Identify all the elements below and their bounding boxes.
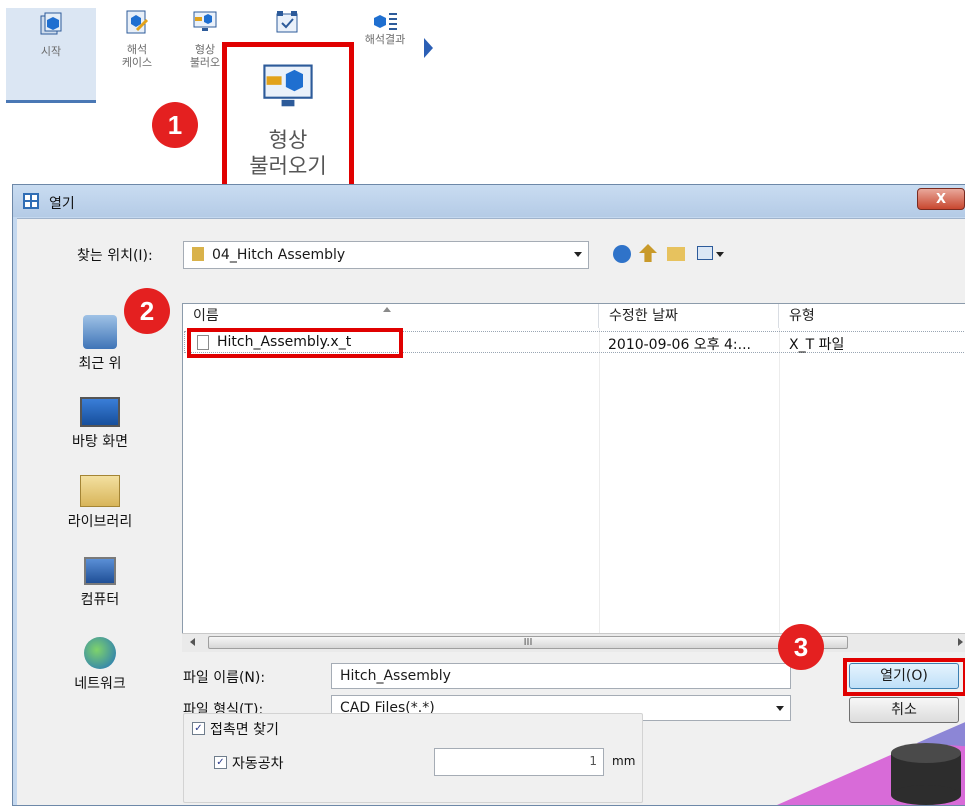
filename-input[interactable]: Hitch_Assembly: [331, 663, 791, 689]
step-badge-2: 2: [124, 288, 170, 334]
tolerance-input[interactable]: 1: [434, 748, 604, 776]
libraries-icon: [80, 475, 120, 507]
contact-checkbox[interactable]: ✓: [192, 722, 205, 735]
place-label: 라이브러리: [67, 514, 133, 530]
places-bar: 최근 위 바탕 화면 라이브러리 컴퓨터 네트워크: [25, 305, 175, 705]
ribbon-label: 시작: [40, 45, 62, 58]
results-icon: [374, 13, 397, 30]
column-divider: [599, 328, 600, 648]
place-label: 최근 위: [78, 356, 122, 372]
load-geometry-icon: [193, 11, 217, 31]
tolerance-unit: mm: [612, 754, 636, 768]
ribbon-label: 케이스: [121, 56, 153, 69]
ribbon-label: 해석: [126, 43, 148, 56]
ribbon-mesh[interactable]: [262, 8, 312, 43]
lookin-value: 04_Hitch Assembly: [212, 247, 346, 263]
highlight-box-file: [187, 328, 403, 358]
horizontal-scrollbar[interactable]: III: [182, 633, 965, 652]
auto-tolerance-checkbox[interactable]: ✓: [214, 756, 227, 769]
filename-label: 파일 이름(N):: [183, 670, 266, 686]
lookin-label: 찾는 위치(I):: [77, 248, 153, 264]
file-list: 이름 수정한 날짜 유형 Hitch_Assembly.x_t 2010-09-…: [182, 303, 965, 649]
lookin-combo[interactable]: 04_Hitch Assembly: [183, 241, 589, 269]
model-preview-image: [777, 722, 965, 805]
computer-icon: [84, 557, 116, 585]
scroll-left-icon[interactable]: [190, 638, 195, 646]
recent-icon: [83, 315, 117, 349]
back-icon[interactable]: [613, 245, 631, 263]
column-label: 이름: [193, 308, 219, 324]
ribbon-label: 해석결과: [364, 33, 406, 46]
place-desktop[interactable]: 바탕 화면: [25, 397, 175, 451]
dialog-titlebar: 열기 X: [13, 185, 965, 217]
place-libraries[interactable]: 라이브러리: [25, 475, 175, 531]
row-date: 2010-09-06 오후 4:...: [608, 337, 751, 353]
load-geometry-icon: [263, 64, 313, 107]
analysis-case-icon: [126, 10, 149, 34]
chevron-down-icon: [574, 252, 582, 257]
column-label: 수정한 날짜: [609, 308, 678, 324]
window-icon: [23, 193, 39, 209]
new-folder-icon[interactable]: [667, 247, 685, 261]
step-badge-3: 3: [778, 624, 824, 670]
load-geometry-callout[interactable]: 형상 불러오기: [222, 42, 354, 192]
sort-up-icon: [383, 307, 391, 312]
dialog-title: 열기: [49, 196, 75, 212]
column-divider: [779, 328, 780, 648]
scroll-right-icon[interactable]: [958, 638, 963, 646]
close-button[interactable]: X: [917, 188, 965, 210]
chevron-down-icon[interactable]: [716, 252, 724, 257]
highlight-box-open: [843, 658, 965, 696]
column-header-type[interactable]: 유형: [779, 304, 959, 328]
ribbon-start[interactable]: 시작: [6, 8, 96, 103]
folder-icon: [192, 247, 204, 261]
callout-line-1: 형상: [268, 128, 308, 152]
filename-value: Hitch_Assembly: [340, 668, 451, 684]
contact-label: 접촉면 찾기: [210, 722, 279, 738]
ribbon-analysis-case[interactable]: 해석 케이스: [112, 8, 162, 69]
callout-line-2: 불러오기: [249, 154, 327, 178]
ribbon-results[interactable]: 해석결과: [350, 8, 420, 46]
chevron-down-icon: [776, 706, 784, 711]
place-network[interactable]: 네트워크: [25, 637, 175, 693]
place-label: 네트워크: [74, 676, 126, 692]
start-icon: [40, 12, 62, 35]
column-header-name[interactable]: 이름: [183, 304, 599, 328]
callout-label: 형상 불러오기: [227, 127, 349, 179]
view-menu-icon[interactable]: [697, 246, 713, 260]
column-header-date[interactable]: 수정한 날짜: [599, 304, 779, 328]
scroll-thumb[interactable]: III: [208, 636, 848, 649]
place-label: 바탕 화면: [72, 434, 128, 450]
row-type: X_T 파일: [789, 337, 845, 353]
column-label: 유형: [789, 308, 815, 324]
place-computer[interactable]: 컴퓨터: [25, 557, 175, 609]
options-group: ✓ 접촉면 찾기 ✓ 자동공차 1 mm: [183, 713, 643, 803]
place-label: 컴퓨터: [80, 592, 120, 608]
desktop-icon: [80, 397, 120, 427]
step-badge-1: 1: [152, 102, 198, 148]
ribbon-scroll-right-icon[interactable]: [424, 38, 433, 58]
mesh-check-icon: [276, 11, 298, 33]
network-icon: [84, 637, 116, 669]
up-folder-icon[interactable]: [639, 244, 657, 262]
auto-tolerance-label: 자동공차: [232, 756, 284, 772]
open-dialog: 열기 X 찾는 위치(I): 04_Hitch Assembly 최근 위 바탕…: [12, 184, 965, 806]
